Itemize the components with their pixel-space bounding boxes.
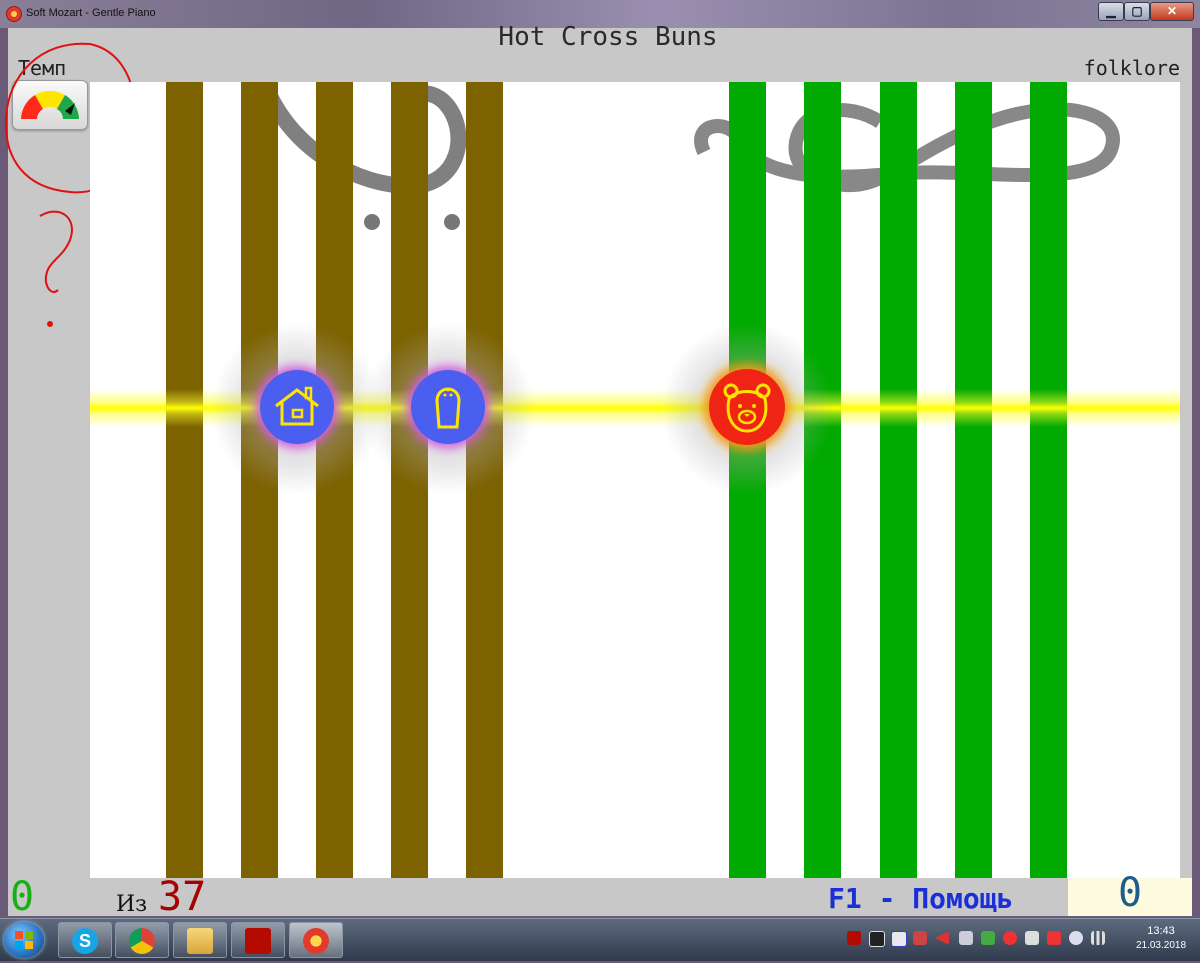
bell-icon [435, 387, 461, 429]
tray-app-icon[interactable] [913, 931, 927, 945]
error-count: 0 [1117, 870, 1143, 916]
clock-time[interactable]: 13:43 [1126, 925, 1196, 937]
clock-date[interactable]: 21.03.2018 [1126, 940, 1196, 951]
chrome-icon [129, 928, 155, 954]
acrobat-icon [245, 928, 271, 954]
tray-app-icon[interactable] [891, 931, 907, 947]
tray-app-icon[interactable] [869, 931, 885, 947]
taskbar-acrobat-button[interactable] [231, 922, 285, 958]
lane-green [955, 82, 992, 878]
file-explorer-icon [187, 928, 213, 954]
close-button[interactable]: ✕ [1150, 2, 1194, 21]
arrow-tray-icon[interactable] [935, 931, 949, 945]
note-bear[interactable] [709, 369, 785, 445]
windows-logo-icon [15, 931, 33, 949]
taskbar-chrome-button[interactable] [115, 922, 169, 958]
signal-icon[interactable] [1091, 931, 1105, 945]
minimize-button[interactable]: ▁ [1098, 2, 1124, 21]
bass-clef-icon [256, 82, 467, 230]
correct-count: 0 [10, 874, 35, 920]
lane-green [1030, 82, 1067, 878]
maximize-button[interactable]: ▢ [1124, 2, 1150, 21]
soft-mozart-icon [303, 928, 329, 954]
note-house[interactable] [260, 370, 334, 444]
network-tray-icon[interactable] [959, 931, 973, 945]
lane-brown [166, 82, 203, 878]
help-hint[interactable]: F1 - Помощь [828, 882, 1013, 915]
security-tray-icon[interactable] [981, 931, 995, 945]
acrobat-tray-icon[interactable] [847, 931, 861, 945]
of-label: Из [116, 892, 148, 917]
house-icon [275, 386, 319, 426]
taskbar-skype-button[interactable]: S [58, 922, 112, 958]
taskbar-explorer-button[interactable] [173, 922, 227, 958]
song-title: Hot Cross Buns [498, 22, 718, 52]
system-tray [843, 929, 1113, 951]
note-stage[interactable] [90, 82, 1180, 878]
start-button[interactable] [4, 922, 44, 958]
total-notes-count: 37 [158, 874, 207, 920]
app-flower-icon [6, 6, 22, 22]
alert-tray-icon[interactable] [1003, 931, 1017, 945]
window-title: Soft Mozart - Gentle Piano [26, 7, 156, 19]
skype-icon: S [72, 928, 98, 954]
taskbar-soft-mozart-button[interactable] [289, 922, 343, 958]
volume-icon[interactable] [1025, 931, 1039, 945]
lane-green [804, 82, 841, 878]
tray-app-icon[interactable] [1069, 931, 1083, 945]
flag-tray-icon[interactable] [1047, 931, 1061, 945]
taskbar: S 13:43 21.03.2018 [0, 918, 1200, 961]
bear-icon [723, 383, 771, 433]
lane-green [880, 82, 917, 878]
genre-label: folklore [1083, 56, 1180, 80]
note-bell[interactable] [411, 370, 485, 444]
